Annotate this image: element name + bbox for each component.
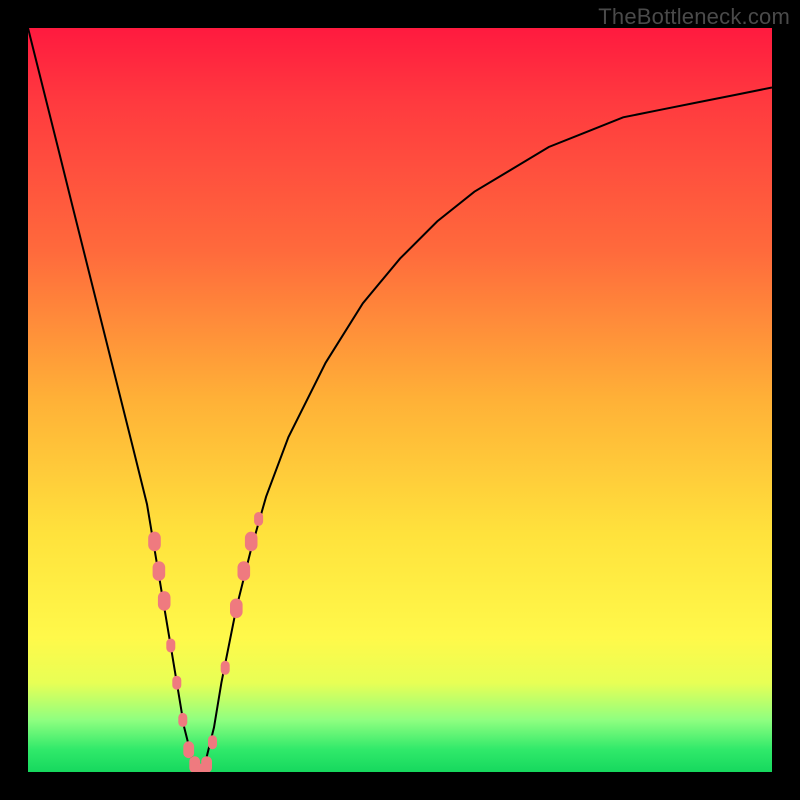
watermark-text: TheBottleneck.com [598,4,790,30]
curve-marker [238,561,251,581]
curve-marker [254,512,263,526]
curve-marker [230,599,243,619]
curve-marker [201,756,212,772]
chart-svg [28,28,772,772]
curve-marker [158,591,171,611]
curve-marker [172,676,181,690]
chart-frame: TheBottleneck.com [0,0,800,800]
curve-marker [183,741,194,758]
bottleneck-curve-line [28,28,772,772]
curve-marker [178,713,187,727]
curve-marker [148,532,161,552]
curve-marker [221,661,230,675]
curve-marker [153,561,166,581]
chart-plot-area [28,28,772,772]
curve-marker [245,532,258,552]
curve-marker [166,639,175,653]
curve-marker [208,735,217,749]
marker-layer [148,512,263,772]
